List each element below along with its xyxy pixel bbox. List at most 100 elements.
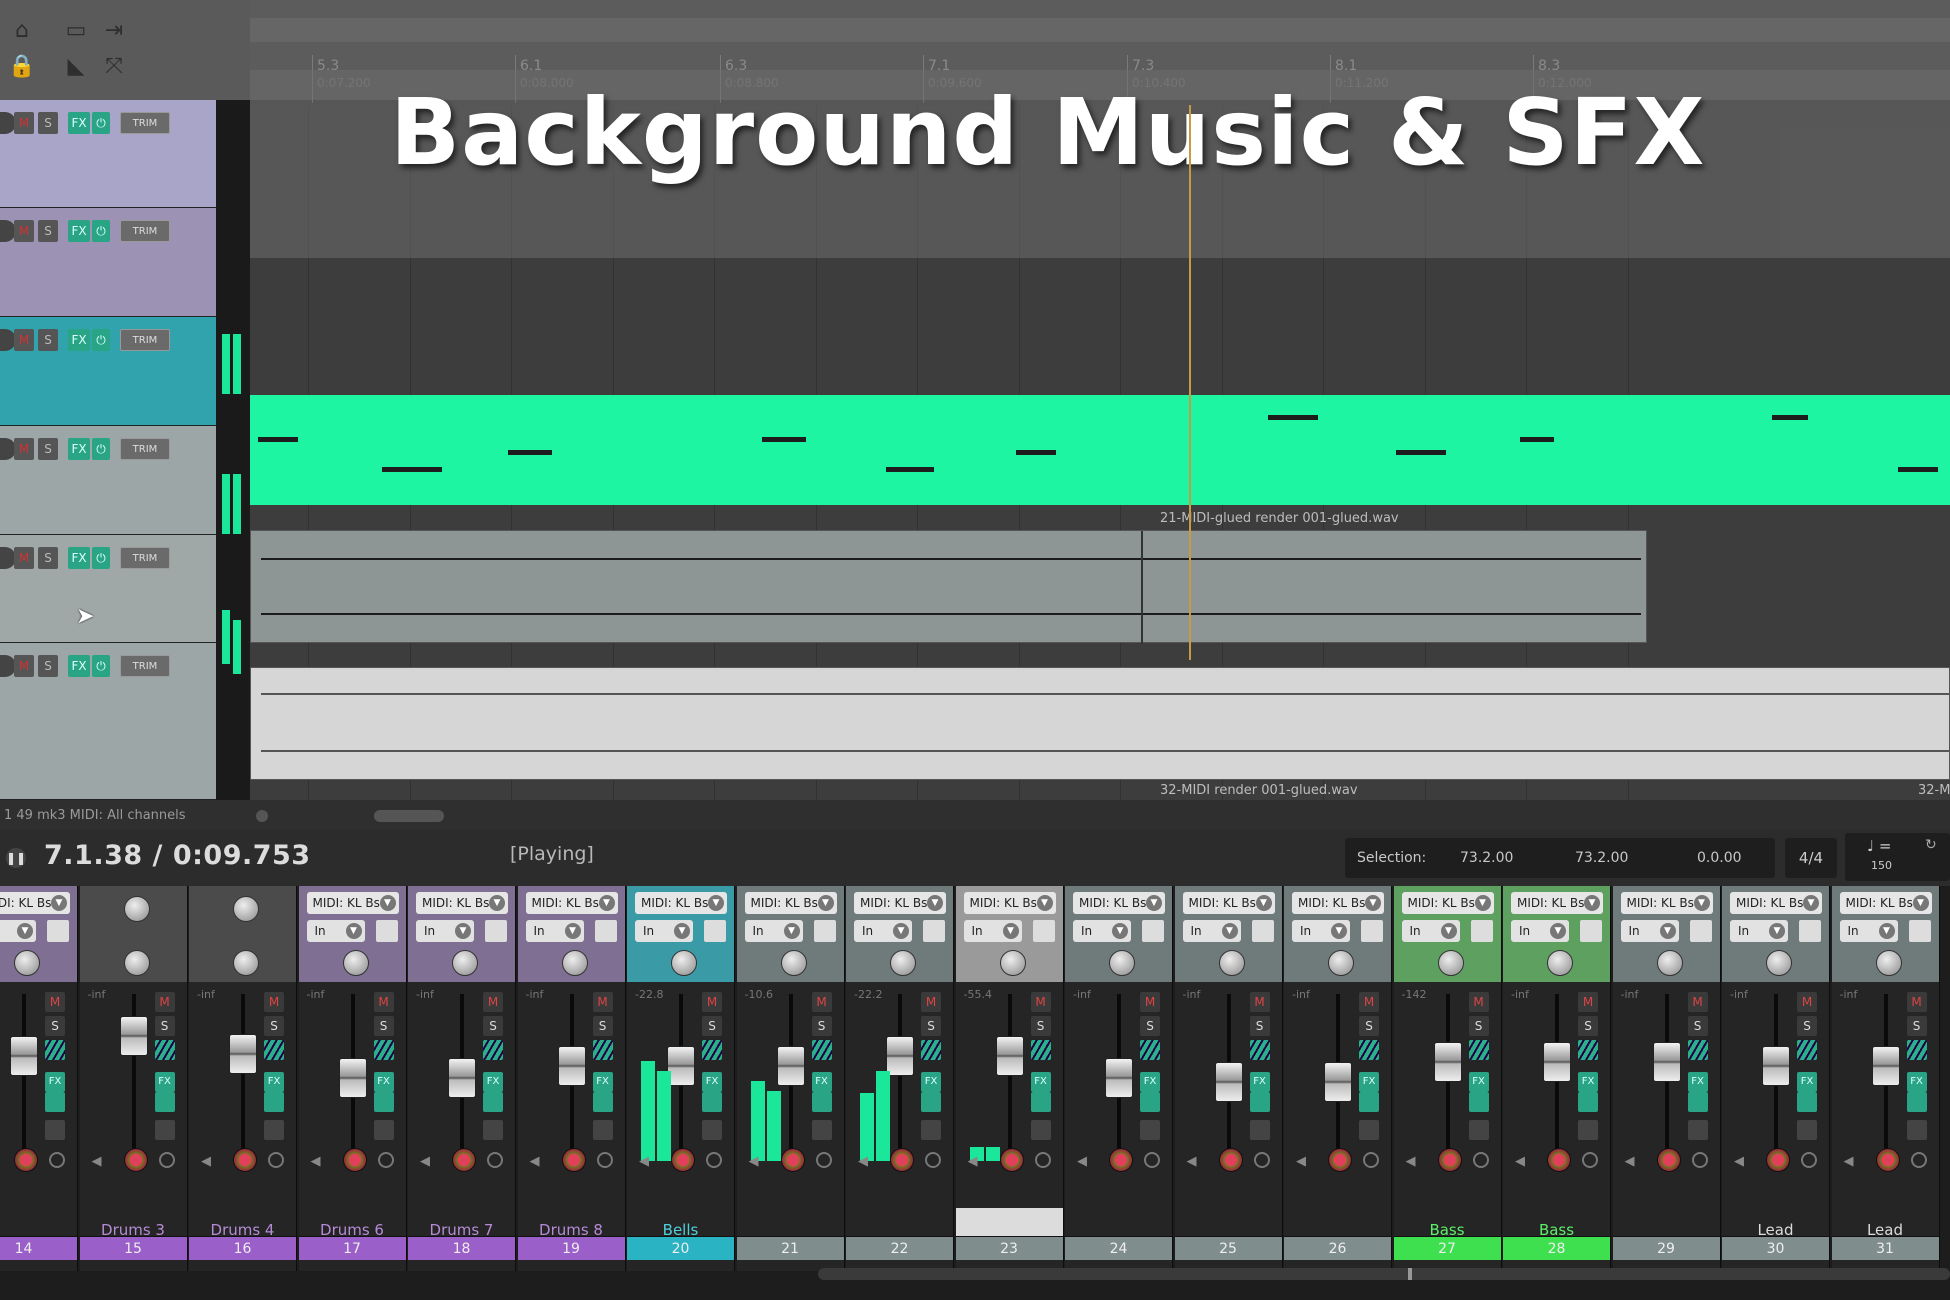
record-arm-button[interactable] [999, 1148, 1024, 1172]
envelope-icon[interactable] [1468, 1120, 1489, 1140]
trim-button[interactable]: TRIM [120, 112, 170, 134]
record-arm-button[interactable] [780, 1148, 805, 1172]
solo-button[interactable]: S [38, 112, 58, 134]
volume-fader[interactable] [557, 1046, 586, 1086]
pan-knob[interactable] [1109, 950, 1135, 976]
midi-input-select[interactable]: MIDI: KL Bs▼ [854, 892, 946, 914]
trim-button[interactable]: TRIM [120, 655, 170, 677]
envelope-icon[interactable] [483, 1120, 503, 1140]
speaker-icon[interactable]: ◀ [749, 1154, 759, 1169]
trim-button[interactable]: TRIM [120, 547, 170, 569]
phase-icon[interactable] [596, 1152, 613, 1168]
audio-item-2[interactable] [250, 667, 1950, 780]
mixer-strip[interactable]: MIDI: KL Bs ▼ In ▼ -142 M S FX ◀ Bass 27 [1393, 886, 1502, 1271]
fx-power-icon[interactable] [154, 1092, 175, 1112]
speaker-icon[interactable]: ◀ [92, 1154, 102, 1169]
phase-icon[interactable] [1472, 1152, 1489, 1168]
strip-fx-button[interactable]: FX [264, 1072, 284, 1092]
fx-power-icon[interactable] [1578, 1092, 1598, 1112]
speaker-icon[interactable]: ◀ [1734, 1154, 1744, 1169]
input-select[interactable]: In ▼ [1292, 920, 1350, 942]
speaker-icon[interactable]: ◀ [530, 1154, 540, 1169]
strip-fx-button[interactable]: FX [1687, 1072, 1708, 1092]
midi-input-select[interactable]: MIDI: KL Bs▼ [1401, 892, 1494, 914]
record-arm-button[interactable] [1437, 1148, 1462, 1172]
pan-knob[interactable] [233, 896, 259, 922]
strip-solo-button[interactable]: S [1906, 1016, 1927, 1036]
strip-fx-button[interactable]: FX [702, 1072, 722, 1092]
routing-icon[interactable] [375, 920, 398, 942]
strip-mute-button[interactable]: M [1359, 992, 1379, 1012]
volume-fader[interactable] [10, 1036, 38, 1076]
solo-button[interactable]: S [38, 220, 58, 242]
speaker-icon[interactable]: ◀ [858, 1154, 868, 1169]
phase-icon[interactable] [1910, 1152, 1927, 1168]
fx-power-icon[interactable] [811, 1092, 832, 1112]
phase-icon[interactable] [268, 1152, 284, 1168]
volume-fader[interactable] [1871, 1046, 1900, 1086]
midi-input-select[interactable]: MIDI: KL Bs▼ [1073, 892, 1165, 914]
record-arm-button[interactable] [1328, 1148, 1352, 1172]
routing-icon[interactable] [1580, 920, 1602, 942]
time-signature[interactable]: 4/4 [1785, 838, 1837, 878]
mixer-strip[interactable]: MIDI: KL Bs ▼ In ▼ -10.6 M S FX ◀ 21 [736, 886, 845, 1271]
midi-input-select[interactable]: MIDI: KL Bs▼ [1511, 892, 1603, 914]
phase-icon[interactable] [1144, 1152, 1160, 1168]
volume-fader[interactable] [1762, 1046, 1790, 1086]
record-arm-button[interactable] [1875, 1148, 1900, 1172]
strip-solo-button[interactable]: S [811, 1016, 832, 1036]
volume-fader[interactable] [229, 1034, 257, 1074]
mute-button[interactable]: M [14, 112, 34, 134]
record-arm-button[interactable] [233, 1148, 257, 1172]
midi-input-select[interactable]: MIDI: KL Bs▼ [1839, 892, 1932, 914]
strip-mute-button[interactable]: M [1797, 992, 1817, 1012]
speaker-icon[interactable]: ◀ [1077, 1154, 1087, 1169]
routing-icon[interactable] [1032, 920, 1055, 942]
envelope-icon[interactable] [1030, 1120, 1051, 1140]
mixer-strip[interactable]: MIDI: KL Bs ▼ In ▼ -55.4 M S FX ◀ 23 [955, 886, 1064, 1271]
midi-input-select[interactable]: MIDI: KL Bs▼ [1730, 892, 1822, 914]
strip-fx-button[interactable]: FX [1906, 1072, 1927, 1092]
pan-knob[interactable] [890, 950, 916, 976]
phase-icon[interactable] [706, 1152, 722, 1168]
fx-button[interactable]: FX [68, 220, 90, 242]
track-header[interactable]: M S FX ⏻ TRIM [0, 208, 216, 317]
strip-mute-button[interactable]: M [264, 992, 284, 1012]
fx-bypass-button[interactable]: ⏻ [92, 547, 110, 569]
input-select[interactable]: In ▼ [416, 920, 474, 942]
fx-power-icon[interactable] [373, 1092, 394, 1112]
metronome-icon[interactable]: ⌂ [8, 18, 36, 44]
pan-knob[interactable] [1547, 950, 1573, 976]
strip-mute-button[interactable]: M [702, 992, 722, 1012]
strip-solo-button[interactable]: S [483, 1016, 503, 1036]
strip-mute-button[interactable]: M [1578, 992, 1598, 1012]
mixer-strip[interactable]: MIDI: KL Bs ▼ In ▼ -inf M S FX ◀ Drums 6 17 [298, 886, 407, 1271]
strip-fx-button[interactable]: FX [1359, 1072, 1379, 1092]
routing-icon[interactable] [1689, 920, 1712, 942]
mixer-strip[interactable]: MIDI: KL Bs ▼ In ▼ -inf M S FX ◀ 24 [1065, 886, 1173, 1271]
mute-button[interactable]: M [14, 329, 34, 351]
record-arm-button[interactable] [342, 1148, 367, 1172]
volume-fader[interactable] [119, 1016, 148, 1056]
track-header[interactable]: M S FX ⏻ TRIM [0, 426, 216, 535]
fx-power-icon[interactable] [1359, 1092, 1379, 1112]
pan-knob[interactable] [561, 950, 588, 976]
record-arm-button[interactable] [1766, 1148, 1790, 1172]
volume-fader[interactable] [338, 1058, 367, 1098]
volume-fader[interactable] [1652, 1042, 1681, 1082]
envelope-icon[interactable] [1249, 1120, 1270, 1140]
mute-button[interactable]: M [14, 220, 34, 242]
mixer-strip[interactable]: MIDI: KL Bs ▼ In ▼ -inf M S FX ◀ Bass 28 [1503, 886, 1611, 1271]
midi-input-select[interactable]: MIDI: KL Bs▼ [525, 892, 618, 914]
routing-icon[interactable] [594, 920, 617, 942]
volume-fader[interactable] [886, 1036, 914, 1076]
selection-start[interactable]: 73.2.00 [1460, 850, 1513, 866]
midi-input-select[interactable]: MIDI: KL Bs▼ [1182, 892, 1275, 914]
mixer-strip[interactable]: -inf M S FX ◀ Drums 3 15 [79, 886, 188, 1271]
input-select[interactable]: In ▼ [525, 920, 584, 942]
strip-solo-button[interactable]: S [264, 1016, 284, 1036]
routing-icon[interactable] [1361, 920, 1383, 942]
mixer-strip[interactable]: MIDI: KL Bs ▼ In ▼ -22.2 M S FX ◀ 22 [846, 886, 954, 1271]
routing-icon[interactable] [923, 920, 945, 942]
fx-button[interactable]: FX [68, 655, 90, 677]
